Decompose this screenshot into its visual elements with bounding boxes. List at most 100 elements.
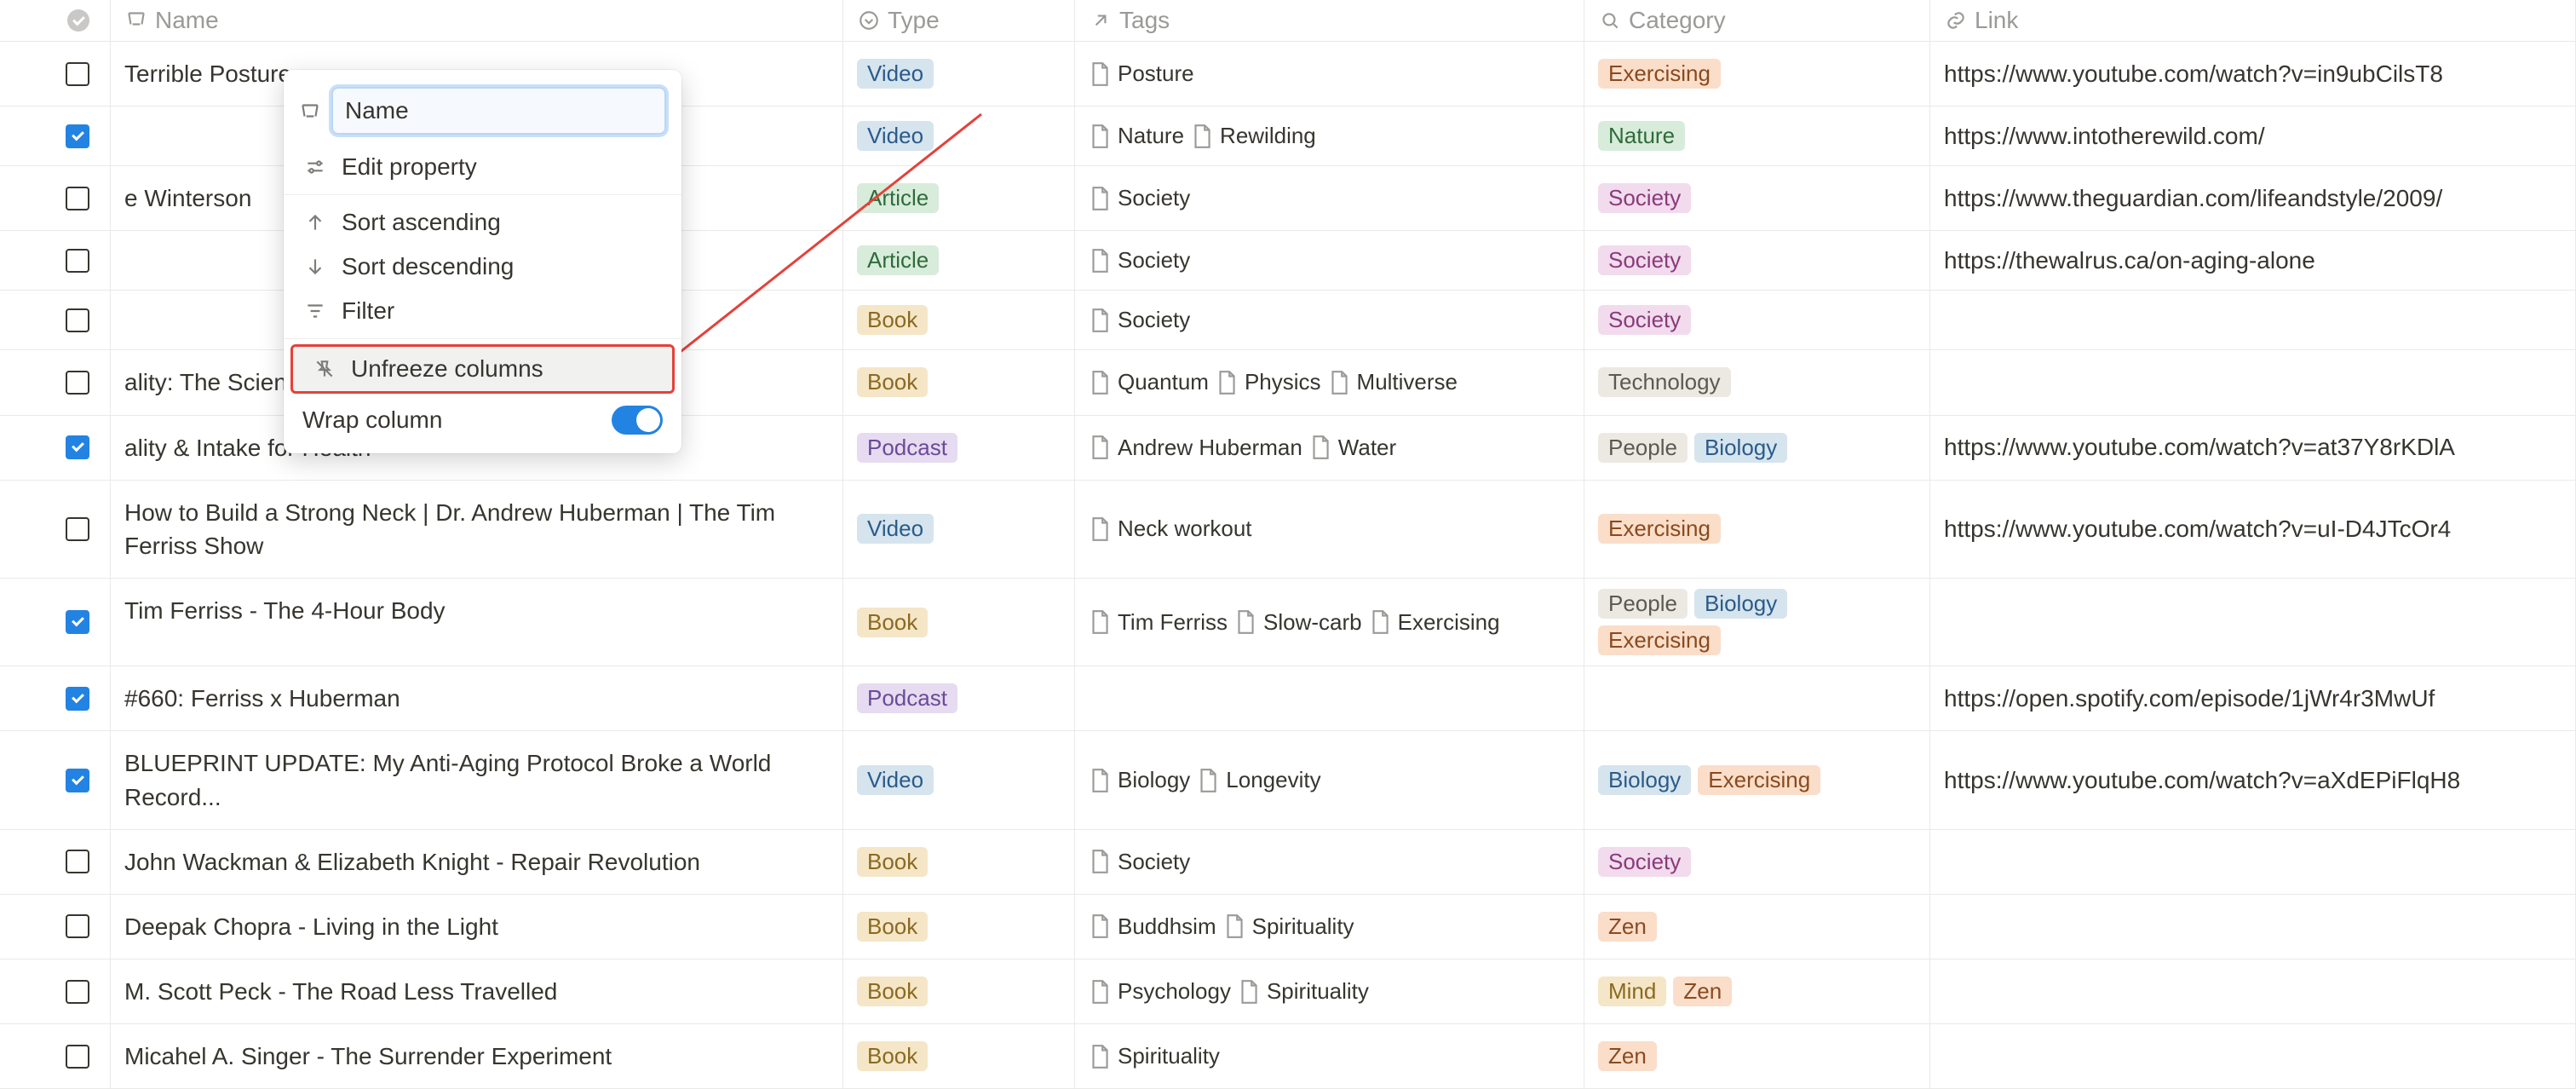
category-cell[interactable]: Zen	[1584, 895, 1930, 959]
tags-cell[interactable]: Tim FerrissSlow-carbExercising	[1075, 579, 1584, 666]
name-cell[interactable]: Deepak Chopra - Living in the Light	[111, 895, 843, 959]
type-cell[interactable]: Podcast	[843, 666, 1075, 730]
name-cell[interactable]: How to Build a Strong Neck | Dr. Andrew …	[111, 481, 843, 578]
tag-chip[interactable]: Physics	[1216, 369, 1321, 395]
tags-cell[interactable]: Spirituality	[1075, 1024, 1584, 1088]
wrap-column-item[interactable]: Wrap column	[284, 397, 681, 443]
category-cell[interactable]: PeopleBiologyExercising	[1584, 579, 1930, 666]
row-checkbox[interactable]	[66, 517, 89, 541]
row-checkbox[interactable]	[66, 124, 89, 148]
category-cell[interactable]: Technology	[1584, 350, 1930, 414]
row-checkbox[interactable]	[66, 435, 89, 459]
category-cell[interactable]: Exercising	[1584, 42, 1930, 106]
header-type[interactable]: Type	[843, 0, 1075, 41]
tag-chip[interactable]: Slow-carb	[1234, 609, 1362, 636]
category-cell[interactable]: MindZen	[1584, 959, 1930, 1023]
tag-chip[interactable]: Nature	[1089, 123, 1184, 149]
tags-cell[interactable]: Biology Longevity	[1075, 731, 1584, 828]
tag-chip[interactable]: Spirituality	[1223, 913, 1354, 940]
link-cell[interactable]: https://www.youtube.com/watch?v=in9ubCil…	[1930, 42, 2576, 106]
tags-cell[interactable]: Society	[1075, 291, 1584, 349]
tag-chip[interactable]: Posture	[1089, 60, 1194, 87]
row-checkbox[interactable]	[66, 249, 89, 273]
category-cell[interactable]	[1584, 666, 1930, 730]
link-cell[interactable]: https://open.spotify.com/episode/1jWr4r3…	[1930, 666, 2576, 730]
tags-cell[interactable]: Neck workout	[1075, 481, 1584, 578]
category-cell[interactable]: Society	[1584, 830, 1930, 894]
tags-cell[interactable]: Andrew HubermanWater	[1075, 416, 1584, 480]
tag-chip[interactable]: Society	[1089, 307, 1190, 333]
tag-chip[interactable]: Rewilding	[1191, 123, 1316, 149]
tag-chip[interactable]: Tim Ferriss	[1089, 609, 1228, 636]
category-cell[interactable]: Society	[1584, 166, 1930, 230]
row-checkbox[interactable]	[66, 914, 89, 938]
filter-item[interactable]: Filter	[284, 289, 681, 333]
type-cell[interactable]: Book	[843, 350, 1075, 414]
tag-chip[interactable]: Psychology	[1089, 978, 1231, 1005]
row-checkbox[interactable]	[66, 980, 89, 1004]
category-cell[interactable]: Society	[1584, 231, 1930, 290]
type-cell[interactable]: Podcast	[843, 416, 1075, 480]
header-link[interactable]: Link	[1930, 0, 2576, 41]
type-cell[interactable]: Article	[843, 231, 1075, 290]
tag-chip[interactable]: Neck workout	[1089, 516, 1252, 542]
name-cell[interactable]: Tim Ferriss - The 4-Hour Body	[111, 579, 843, 666]
sort-descending-item[interactable]: Sort descending	[284, 245, 681, 289]
row-checkbox[interactable]	[66, 371, 89, 395]
type-cell[interactable]: Video	[843, 731, 1075, 828]
tags-cell[interactable]: Buddhsim Spirituality	[1075, 895, 1584, 959]
category-cell[interactable]: Exercising	[1584, 481, 1930, 578]
type-cell[interactable]: Book	[843, 579, 1075, 666]
link-cell[interactable]: https://www.intotherewild.com/	[1930, 107, 2576, 165]
link-cell[interactable]: https://www.youtube.com/watch?v=uI-D4JTc…	[1930, 481, 2576, 578]
tags-cell[interactable]: Nature Rewilding	[1075, 107, 1584, 165]
header-name[interactable]: Name	[111, 0, 843, 41]
link-cell[interactable]	[1930, 959, 2576, 1023]
link-cell[interactable]: https://www.theguardian.com/lifeandstyle…	[1930, 166, 2576, 230]
row-checkbox[interactable]	[66, 850, 89, 873]
name-cell[interactable]: John Wackman & Elizabeth Knight - Repair…	[111, 830, 843, 894]
link-cell[interactable]	[1930, 830, 2576, 894]
type-cell[interactable]: Video	[843, 107, 1075, 165]
edit-property-item[interactable]: Edit property	[284, 145, 681, 189]
type-cell[interactable]: Book	[843, 830, 1075, 894]
type-cell[interactable]: Book	[843, 291, 1075, 349]
tags-cell[interactable]: QuantumPhysicsMultiverse	[1075, 350, 1584, 414]
row-checkbox[interactable]	[66, 187, 89, 210]
row-checkbox[interactable]	[66, 687, 89, 711]
category-cell[interactable]: Zen	[1584, 1024, 1930, 1088]
tags-cell[interactable]: Psychology Spirituality	[1075, 959, 1584, 1023]
tag-chip[interactable]: Biology	[1089, 767, 1190, 793]
link-cell[interactable]: https://www.youtube.com/watch?v=aXdEPiFl…	[1930, 731, 2576, 828]
tag-chip[interactable]: Society	[1089, 247, 1190, 274]
tag-chip[interactable]: Andrew Huberman	[1089, 435, 1302, 461]
category-cell[interactable]: Society	[1584, 291, 1930, 349]
tags-cell[interactable]: Society	[1075, 166, 1584, 230]
type-cell[interactable]: Article	[843, 166, 1075, 230]
row-checkbox[interactable]	[66, 1045, 89, 1069]
wrap-toggle[interactable]	[612, 406, 663, 435]
tag-chip[interactable]: Buddhsim	[1089, 913, 1216, 940]
type-cell[interactable]: Video	[843, 481, 1075, 578]
table-row[interactable]: BLUEPRINT UPDATE: My Anti-Aging Protocol…	[0, 731, 2576, 829]
link-cell[interactable]: https://www.youtube.com/watch?v=at37Y8rK…	[1930, 416, 2576, 480]
tag-chip[interactable]: Longevity	[1197, 767, 1320, 793]
link-cell[interactable]	[1930, 291, 2576, 349]
link-cell[interactable]	[1930, 895, 2576, 959]
tag-chip[interactable]: Society	[1089, 849, 1190, 875]
header-category[interactable]: Category	[1584, 0, 1930, 41]
row-checkbox[interactable]	[66, 769, 89, 792]
name-cell[interactable]: M. Scott Peck - The Road Less Travelled	[111, 959, 843, 1023]
table-row[interactable]: Deepak Chopra - Living in the LightBookB…	[0, 895, 2576, 959]
table-row[interactable]: Micahel A. Singer - The Surrender Experi…	[0, 1024, 2576, 1089]
tag-chip[interactable]: Spirituality	[1238, 978, 1369, 1005]
name-cell[interactable]: BLUEPRINT UPDATE: My Anti-Aging Protocol…	[111, 731, 843, 828]
tags-cell[interactable]: Society	[1075, 231, 1584, 290]
category-cell[interactable]: Nature	[1584, 107, 1930, 165]
table-row[interactable]: How to Build a Strong Neck | Dr. Andrew …	[0, 481, 2576, 579]
tag-chip[interactable]: Quantum	[1089, 369, 1209, 395]
type-cell[interactable]: Video	[843, 42, 1075, 106]
name-cell[interactable]: #660: Ferriss x Huberman	[111, 666, 843, 730]
table-row[interactable]: #660: Ferriss x HubermanPodcast https://o…	[0, 666, 2576, 731]
tags-cell[interactable]	[1075, 666, 1584, 730]
